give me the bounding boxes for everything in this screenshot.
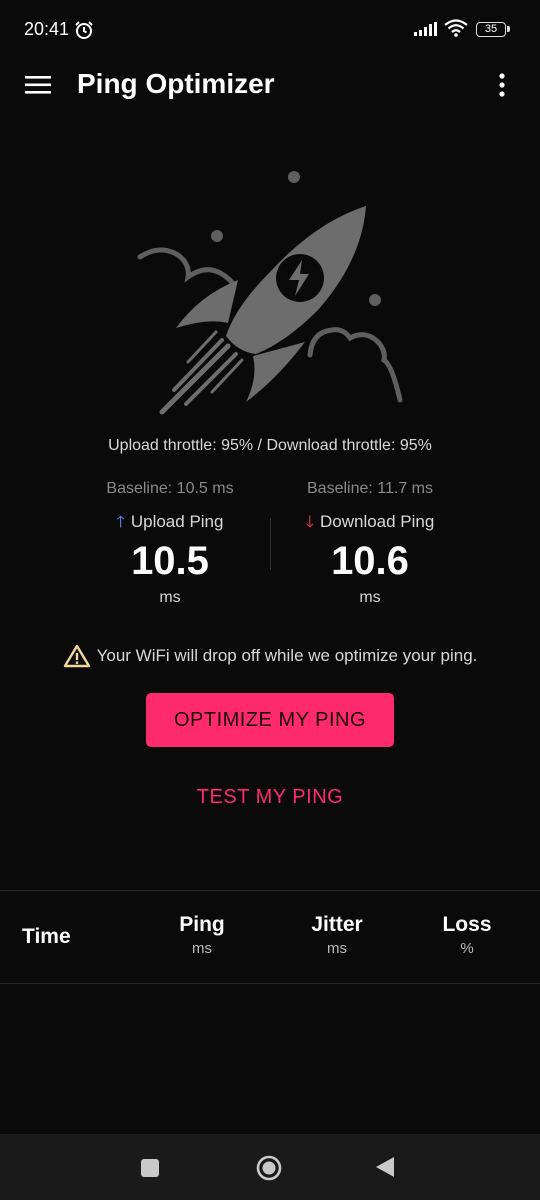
system-nav-bar: [0, 1134, 540, 1200]
warning-icon: [63, 644, 90, 668]
download-baseline: Baseline: 11.7 ms: [307, 480, 433, 497]
status-bar: 20:41 35: [0, 0, 540, 60]
table-divider-bottom: [0, 983, 540, 984]
column-header-jitter-label: Jitter: [311, 913, 363, 936]
test-ping-button[interactable]: TEST MY PING: [160, 776, 380, 818]
nav-recents-icon[interactable]: [141, 1159, 159, 1177]
download-ping-unit: ms: [359, 589, 381, 606]
wifi-icon: [444, 19, 468, 37]
signal-icon: [414, 22, 437, 36]
column-header-jitter: Jitter ms: [297, 913, 377, 957]
more-icon[interactable]: [492, 72, 512, 98]
status-time: 20:41: [24, 19, 70, 39]
upload-ping-label: Upload Ping: [130, 512, 224, 531]
download-ping-panel: Baseline: 11.7 ms 🡓 Download Ping 10.6 ms: [270, 480, 470, 607]
column-header-loss: Loss %: [427, 913, 507, 957]
download-ping-label: Download Ping: [319, 512, 435, 531]
column-header-ping: Ping ms: [162, 913, 242, 957]
table-divider-top: [0, 890, 540, 891]
column-header-loss-unit: %: [460, 940, 474, 957]
arrow-up-icon: 🡑: [116, 514, 125, 531]
optimize-button[interactable]: OPTIMIZE MY PING: [146, 693, 394, 747]
battery-icon: 35: [476, 22, 510, 37]
upload-ping-unit: ms: [159, 589, 181, 606]
upload-ping-value: 10.5: [131, 539, 209, 583]
nav-back-icon[interactable]: [374, 1155, 396, 1179]
column-header-time: Time: [22, 925, 71, 948]
column-header-ping-label: Ping: [179, 913, 225, 936]
rocket-illustration: [137, 171, 403, 415]
upload-ping-panel: Baseline: 10.5 ms 🡑 Upload Ping 10.5 ms: [70, 480, 270, 607]
throttle-status: Upload throttle: 95% / Download throttle…: [108, 437, 432, 454]
warning-text: Your WiFi will drop off while we optimiz…: [96, 646, 478, 665]
menu-icon[interactable]: [25, 76, 51, 94]
wifi-warning: Your WiFi will drop off while we optimiz…: [0, 644, 540, 668]
upload-baseline: Baseline: 10.5 ms: [106, 480, 234, 497]
column-header-jitter-unit: ms: [327, 940, 347, 957]
nav-home-icon[interactable]: [256, 1155, 282, 1181]
download-ping-label-row: 🡓 Download Ping: [270, 511, 470, 533]
column-header-ping-unit: ms: [192, 940, 212, 957]
column-header-loss-label: Loss: [442, 913, 492, 936]
app-bar: Ping Optimizer: [0, 60, 540, 110]
arrow-down-icon: 🡓: [305, 514, 314, 531]
alarm-icon: [75, 21, 93, 39]
download-ping-value: 10.6: [331, 539, 409, 583]
page-title: Ping Optimizer: [77, 68, 275, 99]
upload-ping-label-row: 🡑 Upload Ping: [70, 511, 270, 533]
